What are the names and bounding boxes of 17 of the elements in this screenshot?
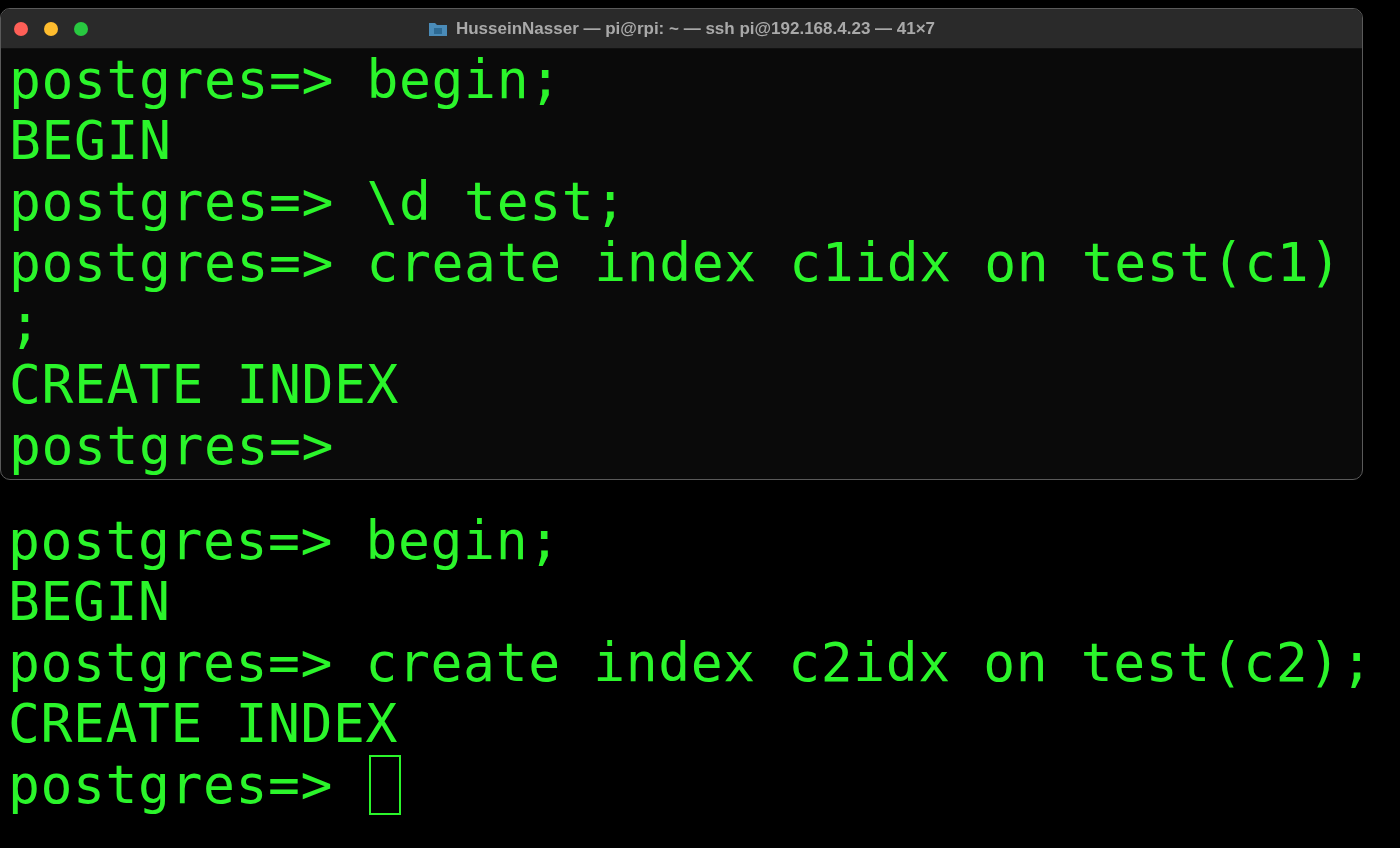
terminal-line: ; — [8, 293, 43, 354]
minimize-button[interactable] — [44, 21, 58, 36]
terminal-line: postgres=> \d test; — [8, 171, 628, 232]
window-title: HusseinNasser — pi@rpi: ~ — ssh pi@192.168.4.23 — 41×7 — [455, 17, 936, 40]
terminal-line: postgres=> begin; — [7, 510, 561, 571]
maximize-button[interactable] — [74, 21, 88, 36]
close-button[interactable] — [14, 21, 28, 36]
terminal-line: BEGIN — [8, 110, 173, 171]
terminal-line: postgres=> create index c1idx on test(c1) — [8, 232, 1343, 293]
folder-icon — [427, 20, 448, 37]
terminal-line: postgres=> — [7, 754, 334, 815]
terminal-line: CREATE INDEX — [7, 693, 399, 754]
terminal-line: postgres=> create index c2idx on test(c2); — [7, 632, 1374, 693]
terminal-line: CREATE INDEX — [8, 354, 401, 415]
terminal-line: postgres=> — [8, 415, 336, 476]
terminal-line: BEGIN — [7, 571, 171, 632]
terminal-line: postgres=> begin; — [8, 49, 563, 110]
